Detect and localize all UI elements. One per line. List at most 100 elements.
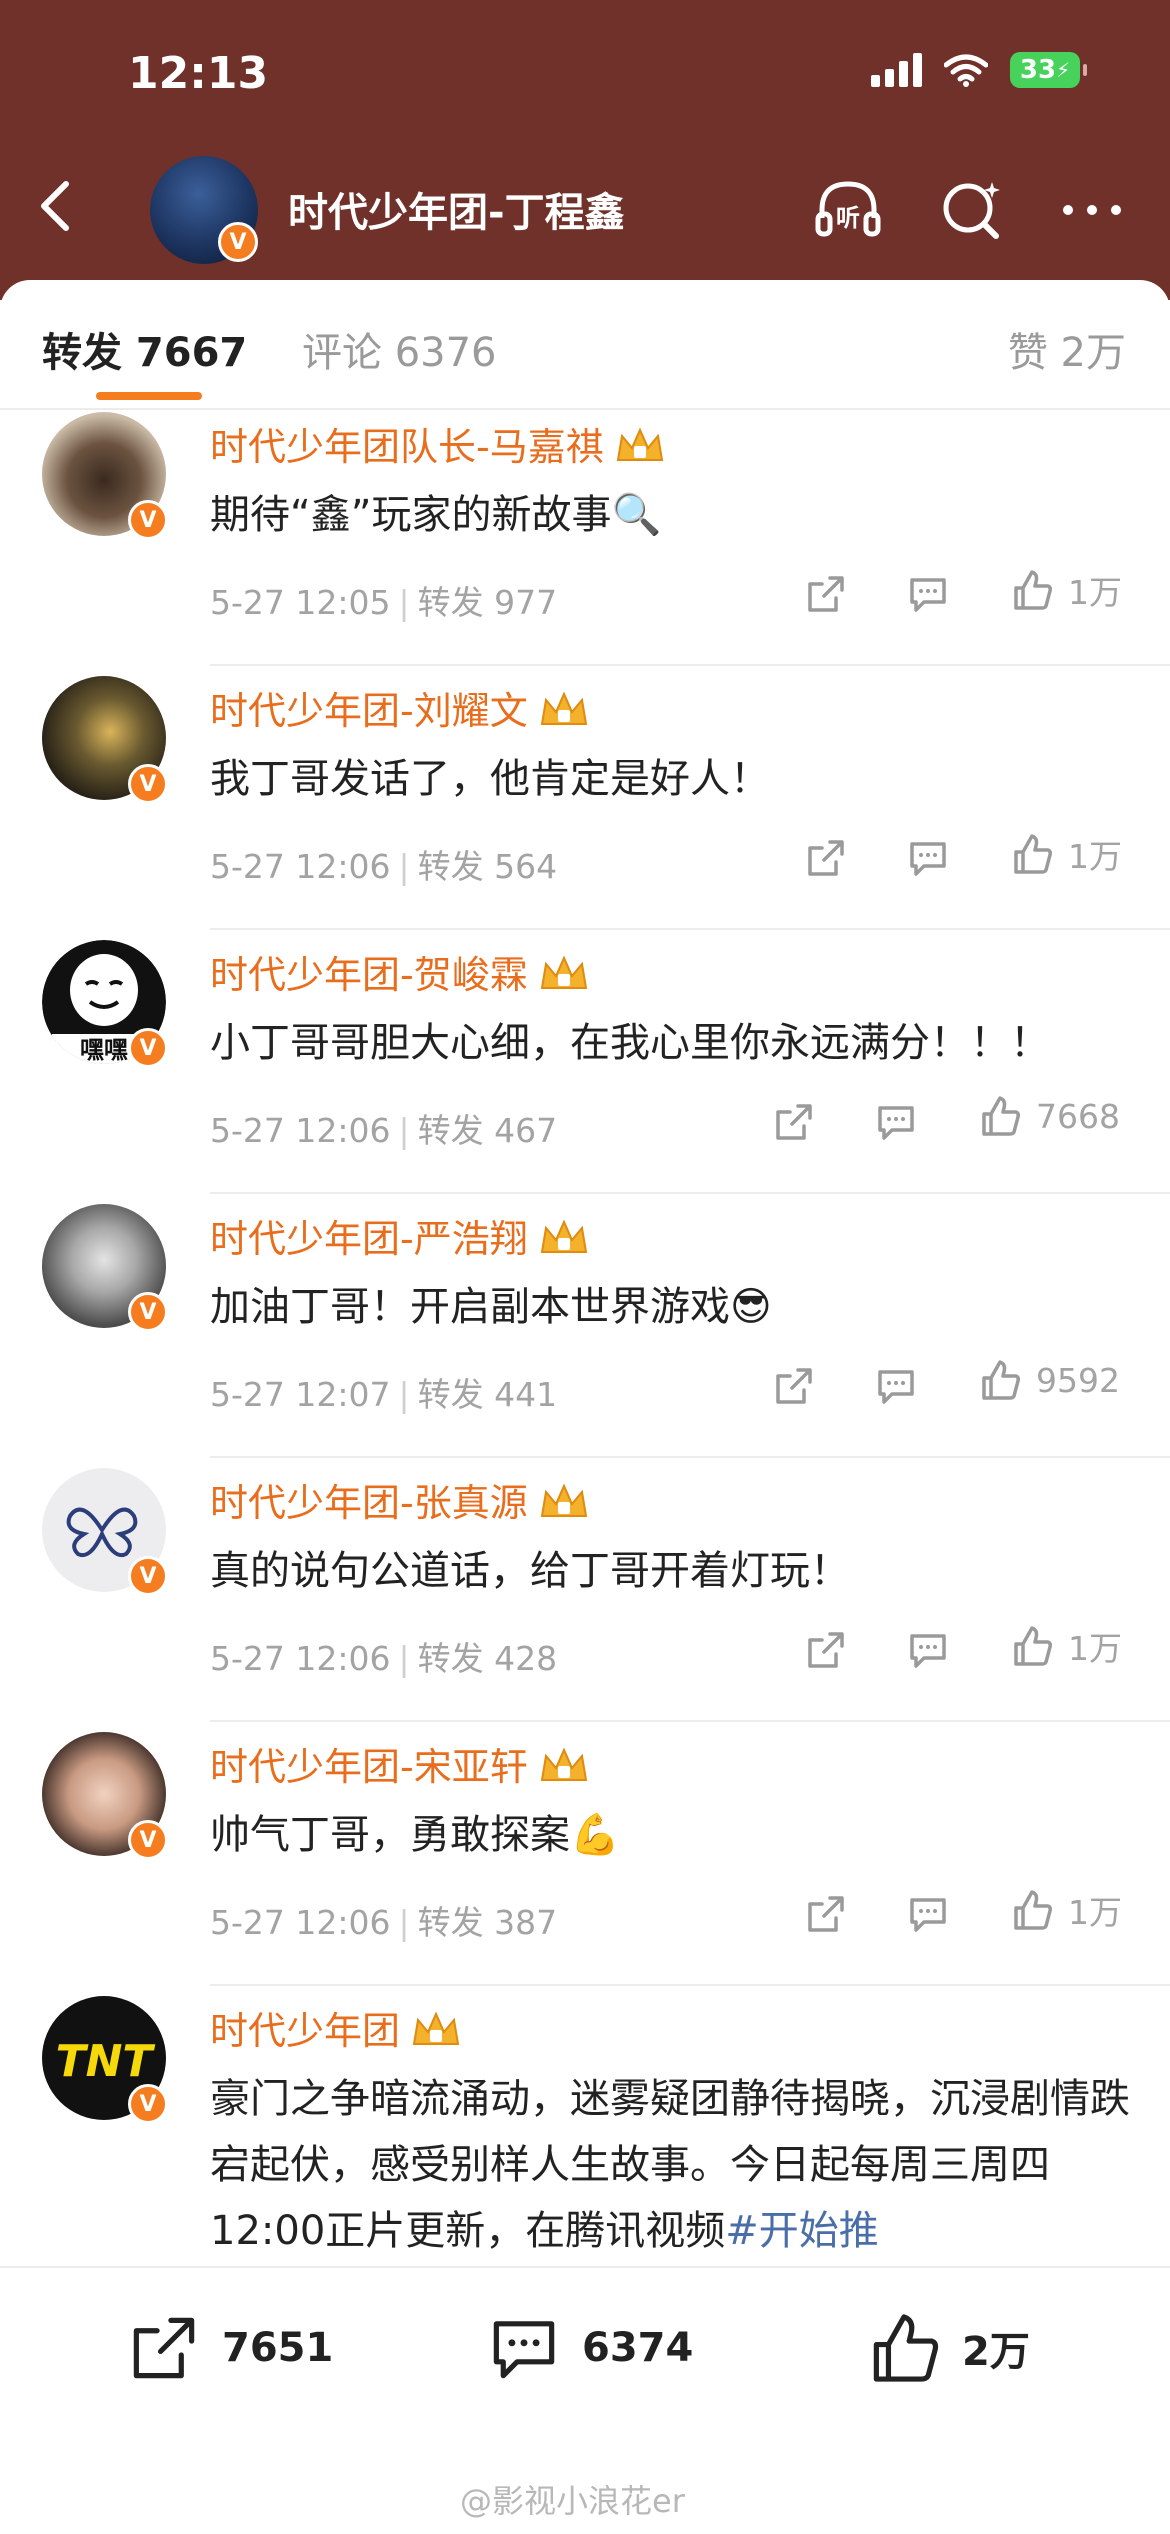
comment-author[interactable]: 时代少年团-贺峻霖 bbox=[210, 944, 590, 999]
tab-bar: 转发 7667 评论 6376 赞 2万 bbox=[0, 280, 1170, 410]
status-time: 12:13 bbox=[128, 48, 269, 99]
comment-button[interactable]: 6374 bbox=[486, 2310, 693, 2386]
like-button[interactable]: 1万 bbox=[1010, 830, 1122, 878]
share-icon[interactable] bbox=[772, 1364, 816, 1408]
crown-icon bbox=[540, 1747, 587, 1781]
comment-meta: 5-27 12:07 | 转发 441 bbox=[210, 1375, 558, 1414]
verified-badge: V bbox=[128, 500, 168, 540]
divider bbox=[210, 928, 1170, 930]
thumb-up-icon bbox=[982, 1360, 1020, 1400]
comment-author[interactable]: 时代少年团 bbox=[210, 2000, 462, 2055]
battery-level: 33 bbox=[1019, 55, 1057, 85]
comment-text: 帅气丁哥，勇敢探案💪 bbox=[210, 1812, 620, 1858]
comment-meta: 5-27 12:06 | 转发 387 bbox=[210, 1903, 558, 1942]
verified-badge: V bbox=[218, 222, 258, 262]
thumb-up-icon bbox=[873, 2314, 939, 2382]
comment-text: 真的说句公道话，给丁哥开着灯玩！ bbox=[210, 1548, 850, 1594]
thumb-up-icon bbox=[1014, 570, 1052, 610]
repost-count: 7651 bbox=[222, 2325, 334, 2371]
tab-indicator bbox=[96, 392, 202, 400]
like-button[interactable]: 2万 bbox=[866, 2310, 1030, 2386]
repost-button[interactable]: 7651 bbox=[126, 2310, 333, 2386]
status-icons: 33 ⚡ bbox=[871, 52, 1087, 88]
comment-author[interactable]: 时代少年团-宋亚轩 bbox=[210, 1736, 590, 1791]
thumb-up-icon bbox=[1014, 1890, 1052, 1930]
comment-icon[interactable] bbox=[906, 572, 950, 616]
share-icon[interactable] bbox=[804, 836, 848, 880]
like-count: 1万 bbox=[1068, 837, 1122, 876]
comment-meta: 5-27 12:06 | 转发 428 bbox=[210, 1639, 558, 1678]
thumb-up-icon bbox=[982, 1096, 1020, 1136]
verified-badge: V bbox=[128, 764, 168, 804]
wifi-icon bbox=[944, 54, 988, 87]
thumb-up-icon bbox=[1014, 1626, 1052, 1666]
comment-meta: 5-27 12:06 | 转发 564 bbox=[210, 847, 558, 886]
like-button[interactable]: 1万 bbox=[1010, 1622, 1122, 1670]
content-sheet: 转发 7667 评论 6376 赞 2万 V 时代少年团队长-马嘉祺 期待“鑫”… bbox=[0, 280, 1170, 2532]
signal-icon bbox=[871, 53, 922, 87]
like-button[interactable]: 1万 bbox=[1010, 566, 1122, 614]
like-button[interactable]: 9592 bbox=[978, 1358, 1120, 1402]
comment-author[interactable]: 时代少年团-刘耀文 bbox=[210, 680, 590, 735]
comment-icon bbox=[493, 2321, 555, 2379]
tab-likes[interactable]: 赞 2万 bbox=[1008, 320, 1126, 378]
comment-icon[interactable] bbox=[874, 1100, 918, 1144]
comment-author[interactable]: 时代少年团-严浩翔 bbox=[210, 1208, 590, 1263]
bottom-action-bar: 7651 6374 2万 @影视小浪花er bbox=[0, 2266, 1170, 2534]
thumb-up-icon bbox=[1014, 834, 1052, 874]
watermark: @影视小浪花er bbox=[460, 2482, 685, 2520]
like-button[interactable]: 7668 bbox=[978, 1094, 1120, 1138]
comment-text: 加油丁哥！开启副本世界游戏😎 bbox=[210, 1284, 772, 1330]
share-icon[interactable] bbox=[804, 1628, 848, 1672]
like-count: 1万 bbox=[1068, 1629, 1122, 1668]
crown-icon bbox=[540, 1483, 587, 1517]
comment-icon[interactable] bbox=[906, 836, 950, 880]
svg-text:TNT: TNT bbox=[56, 2036, 156, 2087]
comment-icon[interactable] bbox=[906, 1628, 950, 1672]
tab-comments[interactable]: 评论 6376 bbox=[302, 320, 497, 378]
like-count: 1万 bbox=[1068, 573, 1122, 612]
comment-text: 豪门之争暗流涌动，迷雾疑团静待揭晓，沉浸剧情跌宕起伏，感受别样人生故事。今日起每… bbox=[210, 2076, 1130, 2254]
share-icon[interactable] bbox=[804, 572, 848, 616]
like-count: 9592 bbox=[1036, 1360, 1120, 1400]
divider bbox=[210, 1984, 1170, 1986]
divider bbox=[210, 1192, 1170, 1194]
crown-icon bbox=[540, 955, 587, 989]
divider bbox=[210, 664, 1170, 666]
verified-badge: V bbox=[128, 2084, 168, 2124]
back-icon[interactable] bbox=[28, 176, 88, 236]
svg-text:嘿嘿: 嘿嘿 bbox=[80, 1036, 128, 1064]
comment-meta: 5-27 12:05 | 转发 977 bbox=[210, 583, 558, 622]
share-icon[interactable] bbox=[772, 1100, 816, 1144]
crown-icon bbox=[616, 427, 663, 461]
like-button[interactable]: 1万 bbox=[1010, 1886, 1122, 1934]
comment-text: 小丁哥哥胆大心细，在我心里你永远满分！！！ bbox=[210, 1020, 1050, 1066]
comment-author[interactable]: 时代少年团-张真源 bbox=[210, 1472, 590, 1527]
more-icon[interactable] bbox=[1056, 174, 1128, 246]
comment-count: 6374 bbox=[582, 2325, 694, 2371]
divider bbox=[210, 1456, 1170, 1458]
like-count: 2万 bbox=[962, 2329, 1030, 2375]
verified-badge: V bbox=[128, 1292, 168, 1332]
comment-meta: 5-27 12:06 | 转发 467 bbox=[210, 1111, 558, 1150]
comment-icon[interactable] bbox=[906, 1892, 950, 1936]
verified-badge: V bbox=[128, 1820, 168, 1860]
crown-icon bbox=[540, 1219, 587, 1253]
comment-author[interactable]: 时代少年团队长-马嘉祺 bbox=[210, 416, 666, 471]
comment-text: 我丁哥发话了，他肯定是好人！ bbox=[210, 756, 770, 802]
verified-badge: V bbox=[128, 1556, 168, 1596]
share-icon bbox=[133, 2317, 195, 2379]
search-icon[interactable] bbox=[936, 174, 1008, 246]
svg-text:听: 听 bbox=[836, 204, 860, 232]
crown-icon bbox=[412, 2011, 460, 2045]
divider bbox=[210, 1720, 1170, 1722]
hashtag-link[interactable]: #开始推 bbox=[725, 2208, 879, 2254]
listen-icon[interactable]: 听 bbox=[812, 174, 884, 246]
like-count: 1万 bbox=[1068, 1893, 1122, 1932]
share-icon[interactable] bbox=[804, 1892, 848, 1936]
tab-reposts[interactable]: 转发 7667 bbox=[42, 320, 247, 378]
battery-icon: 33 ⚡ bbox=[1010, 52, 1087, 88]
comment-text: 期待“鑫”玩家的新故事🔍 bbox=[210, 492, 662, 538]
top-bar: 12:13 33 ⚡ V 时代少年团-丁程鑫 听 bbox=[0, 0, 1170, 300]
comment-icon[interactable] bbox=[874, 1364, 918, 1408]
